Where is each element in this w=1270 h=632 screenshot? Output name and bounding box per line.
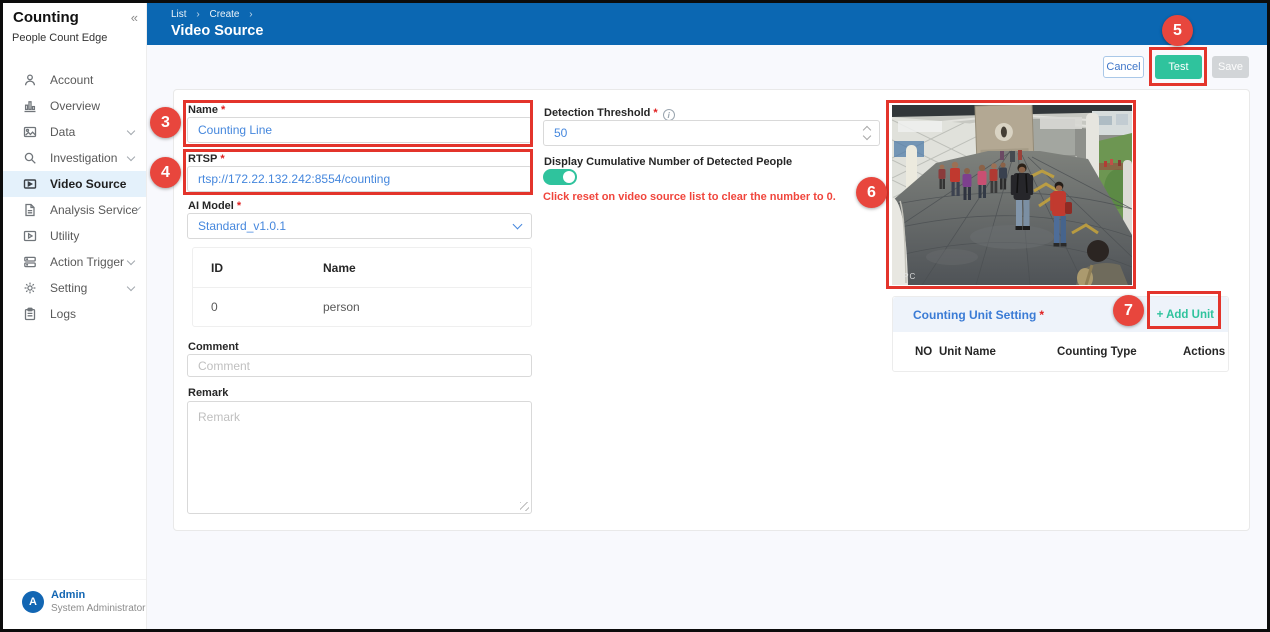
number-stepper[interactable]	[862, 124, 874, 142]
column-header-actions: Actions	[1183, 346, 1228, 358]
counting-unit-panel: Counting Unit Setting* + Add Unit NO Uni…	[892, 296, 1229, 372]
table-row: 0 person	[193, 288, 531, 326]
sidebar-item-label: Data	[50, 125, 75, 139]
sidebar-item-label: Overview	[50, 99, 100, 113]
user-role: System Administrator	[51, 603, 145, 614]
save-button: Save	[1212, 56, 1249, 78]
cell-name: person	[323, 300, 531, 314]
sidebar-item-logs[interactable]: Logs	[3, 301, 146, 327]
required-asterisk: *	[220, 153, 224, 165]
column-header-id: ID	[193, 261, 323, 275]
page-header: List › Create › Video Source	[147, 3, 1267, 45]
sidebar-item-overview[interactable]: Overview	[3, 93, 146, 119]
avatar: A	[22, 591, 44, 613]
image-icon	[23, 125, 37, 139]
sidebar-item-label: Account	[50, 73, 93, 87]
cumulative-toggle[interactable]	[543, 169, 577, 185]
test-button[interactable]: Test	[1155, 55, 1202, 79]
document-icon	[23, 203, 37, 217]
detection-threshold-input[interactable]	[543, 120, 880, 146]
server-stack-icon	[23, 255, 37, 269]
bar-chart-icon	[23, 99, 37, 113]
counting-unit-header: Counting Unit Setting* + Add Unit	[893, 297, 1228, 332]
comment-label: Comment	[188, 341, 239, 353]
sidebar-item-setting[interactable]: Setting	[3, 275, 146, 301]
breadcrumb-create[interactable]: Create	[209, 9, 239, 20]
breadcrumb-separator: ›	[196, 9, 199, 20]
video-source-icon	[23, 177, 37, 191]
video-preview: IPC	[892, 105, 1132, 285]
chevron-down-icon	[127, 256, 135, 264]
chevron-down-icon	[127, 126, 135, 134]
sidebar-item-investigation[interactable]: Investigation	[3, 145, 146, 171]
cancel-button[interactable]: Cancel	[1103, 56, 1144, 78]
sidebar-collapse-icon[interactable]: «	[131, 10, 138, 25]
stepper-down-icon[interactable]	[863, 132, 871, 140]
required-asterisk: *	[221, 104, 225, 116]
sidebar-item-analysis-service[interactable]: Analysis Service	[3, 197, 146, 223]
column-header-name: Name	[323, 261, 531, 275]
cumulative-helper-text: Click reset on video source list to clea…	[543, 191, 836, 203]
sidebar-item-label: Investigation	[50, 151, 117, 165]
sidebar-menu: Account Overview Data Investigation	[3, 67, 146, 327]
table-header-row: ID Name	[193, 248, 531, 288]
account-icon	[23, 73, 37, 87]
name-label: Name*	[188, 104, 225, 116]
breadcrumb-list[interactable]: List	[171, 9, 187, 20]
user-profile[interactable]: A Admin System Administrator	[3, 579, 146, 623]
ai-model-value: Standard_v1.0.1	[198, 219, 286, 233]
sidebar-item-label: Analysis Service	[50, 203, 138, 217]
gear-icon	[23, 281, 37, 295]
column-header-no: NO	[893, 346, 939, 358]
sidebar-item-label: Logs	[50, 307, 76, 321]
name-input[interactable]	[187, 117, 532, 143]
utility-icon	[23, 229, 37, 243]
sidebar-item-label: Video Source	[50, 177, 126, 191]
sidebar-item-label: Utility	[50, 229, 79, 243]
camera-watermark: IPC	[900, 272, 916, 281]
app-title: Counting	[13, 9, 79, 26]
comment-input[interactable]	[187, 354, 532, 377]
sidebar-item-video-source[interactable]: Video Source	[3, 171, 146, 197]
sidebar: Counting « People Count Edge Account Ove…	[3, 3, 147, 629]
app-subtitle: People Count Edge	[12, 32, 107, 44]
detection-threshold-label: Detection Threshold*i	[544, 107, 675, 121]
camera-frame-illustration: IPC	[892, 105, 1132, 285]
sidebar-item-utility[interactable]: Utility	[3, 223, 146, 249]
app-window: Counting « People Count Edge Account Ove…	[0, 0, 1270, 632]
rtsp-input[interactable]	[187, 166, 532, 192]
remark-label: Remark	[188, 387, 228, 399]
counting-unit-column-headers: NO Unit Name Counting Type Actions	[893, 332, 1228, 371]
toggle-knob	[563, 171, 575, 183]
counting-unit-title: Counting Unit Setting*	[913, 308, 1044, 322]
sidebar-item-account[interactable]: Account	[3, 67, 146, 93]
required-asterisk: *	[1039, 308, 1044, 322]
sidebar-item-label: Action Trigger	[50, 255, 124, 269]
breadcrumb: List › Create ›	[171, 9, 260, 20]
sidebar-item-label: Setting	[50, 281, 87, 295]
chevron-down-icon	[513, 219, 523, 229]
breadcrumb-separator: ›	[249, 9, 252, 20]
search-icon	[23, 151, 37, 165]
required-asterisk: *	[237, 200, 241, 212]
video-source-form-card: Name* RTSP* AI Model* Standard_v1.0.1 ID…	[173, 89, 1250, 531]
model-class-table: ID Name 0 person	[192, 247, 532, 327]
clipboard-icon	[23, 307, 37, 321]
chevron-down-icon	[127, 152, 135, 160]
column-header-unit-name: Unit Name	[939, 346, 1057, 358]
sidebar-item-data[interactable]: Data	[3, 119, 146, 145]
column-header-counting-type: Counting Type	[1057, 346, 1183, 358]
cumulative-label: Display Cumulative Number of Detected Pe…	[544, 156, 792, 168]
chevron-down-icon	[127, 282, 135, 290]
ai-model-select[interactable]: Standard_v1.0.1	[187, 213, 532, 239]
ai-model-label: AI Model*	[188, 200, 241, 212]
add-unit-button[interactable]: + Add Unit	[1157, 309, 1214, 321]
required-asterisk: *	[653, 107, 657, 119]
user-name: Admin	[51, 589, 85, 601]
sidebar-item-action-trigger[interactable]: Action Trigger	[3, 249, 146, 275]
cell-id: 0	[193, 300, 323, 314]
rtsp-label: RTSP*	[188, 153, 225, 165]
page-title: Video Source	[171, 23, 263, 39]
remark-textarea[interactable]	[187, 401, 532, 514]
